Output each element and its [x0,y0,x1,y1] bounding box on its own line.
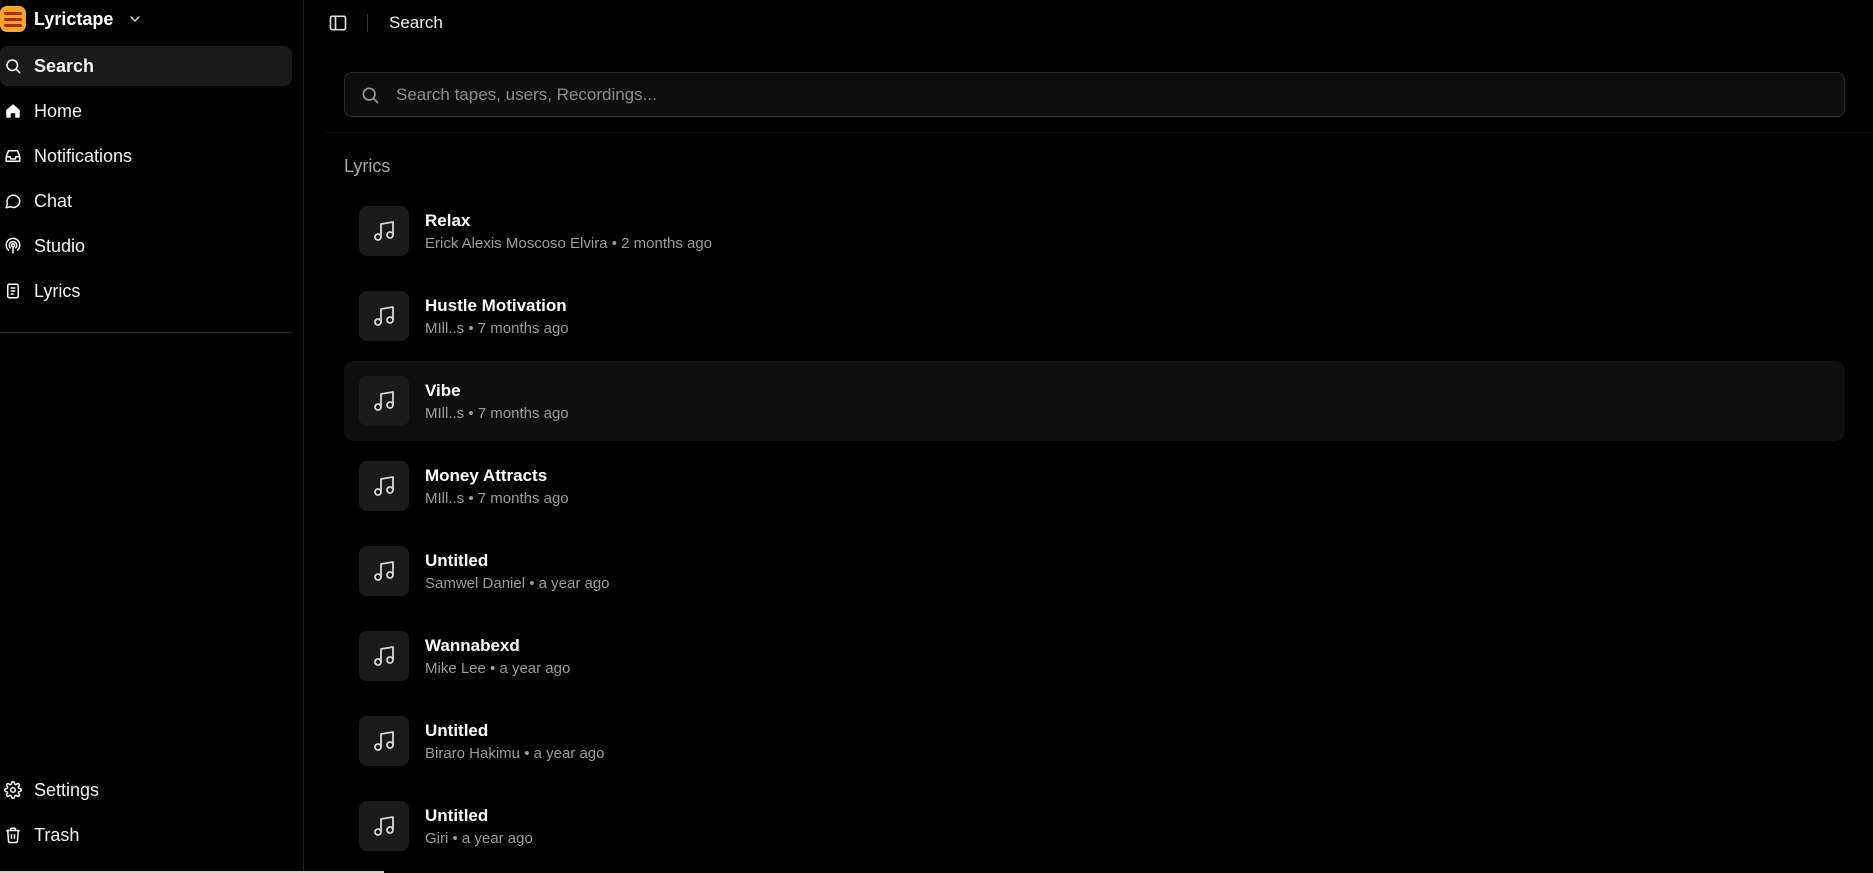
list-item[interactable]: Relax Erick Alexis Moscoso Elvira • 2 mo… [344,191,1845,271]
item-title: Vibe [425,380,461,400]
chevron-down-icon [130,16,141,22]
search-divider [326,132,1873,133]
search-box[interactable] [344,72,1845,117]
music-note-icon [359,716,409,766]
item-title: Relax [425,210,471,230]
music-note-icon [359,801,409,851]
workspace-switcher[interactable]: Lyrictape [0,4,143,34]
sidebar-item-search[interactable]: Search [0,46,292,86]
item-meta: Biraro Hakimu • a year ago [425,744,605,762]
sidebar-bottom-nav: Settings Trash [0,770,292,860]
sidebar-item-label: Lyrics [34,280,81,301]
music-note-icon [359,546,409,596]
sidebar-item-label: Settings [34,779,100,800]
music-note-icon [359,376,409,426]
item-meta: MIll..s • 7 months ago [425,404,569,422]
item-title: Untitled [425,720,489,740]
item-meta: Mike Lee • a year ago [425,659,571,677]
item-meta: MIll..s • 7 months ago [425,489,569,507]
sidebar-nav: Search Home Notifications Chat Studio Ly… [0,46,292,316]
app-name: Lyrictape [34,8,114,29]
music-note-icon [359,206,409,256]
list-item[interactable]: Untitled Samwel Daniel • a year ago [344,531,1845,611]
sidebar-item-trash[interactable]: Trash [0,815,292,855]
home-icon [6,104,20,118]
search-icon [362,87,379,103]
sidebar-item-home[interactable]: Home [0,91,292,131]
sidebar-item-label: Notifications [34,145,133,166]
sidebar-item-settings[interactable]: Settings [0,770,292,810]
item-title: Money Attracts [425,465,548,485]
section-title-lyrics: Lyrics [344,156,391,176]
topbar: Search [305,0,1873,46]
lyrictape-logo-icon [0,6,26,32]
sidebar-item-lyrics[interactable]: Lyrics [0,271,292,311]
item-meta: Giri • a year ago [425,829,533,847]
list-item[interactable]: Money Attracts MIll..s • 7 months ago [344,446,1845,526]
item-meta: Samwel Daniel • a year ago [425,574,610,592]
sidebar-toggle-button[interactable] [326,11,350,35]
sidebar-item-studio[interactable]: Studio [0,226,292,266]
search-icon [6,59,21,74]
item-meta: MIll..s • 7 months ago [425,319,569,337]
sidebar-item-label: Studio [34,235,86,256]
gear-icon [4,781,22,799]
item-meta: Erick Alexis Moscoso Elvira • 2 months a… [425,234,713,252]
item-title: Wannabexd [425,635,520,655]
music-note-icon [359,631,409,681]
page-title: Search [389,13,443,32]
music-note-icon [359,461,409,511]
item-title: Untitled [425,805,489,825]
music-note-icon [359,291,409,341]
sidebar-divider [0,332,292,333]
sidebar-item-label: Search [34,55,95,76]
item-title: Hustle Motivation [425,295,567,315]
chat-icon [5,194,21,209]
results-list: Relax Erick Alexis Moscoso Elvira • 2 mo… [344,191,1845,871]
inbox-icon [5,150,21,162]
list-item[interactable]: Wannabexd Mike Lee • a year ago [344,616,1845,696]
sidebar-toggle-icon [329,15,347,31]
sidebar: Lyrictape Search Home Notifications Chat… [0,0,384,873]
sidebar-item-label: Trash [34,824,80,845]
list-item[interactable]: Hustle Motivation MIll..s • 7 months ago [344,276,1845,356]
search-input[interactable] [380,73,1844,116]
sidebar-item-notifications[interactable]: Notifications [0,136,292,176]
item-title: Untitled [425,550,489,570]
list-item[interactable]: Vibe MIll..s • 7 months ago [344,361,1845,441]
document-icon [7,283,19,299]
list-item[interactable]: Untitled Biraro Hakimu • a year ago [344,701,1845,781]
topbar-separator [367,14,368,32]
sidebar-item-label: Chat [34,190,73,211]
sidebar-item-chat[interactable]: Chat [0,181,292,221]
trash-icon [6,827,20,844]
list-item[interactable]: Untitled Giri • a year ago [344,786,1845,866]
sidebar-item-label: Home [34,100,83,121]
podcast-icon [5,237,21,254]
